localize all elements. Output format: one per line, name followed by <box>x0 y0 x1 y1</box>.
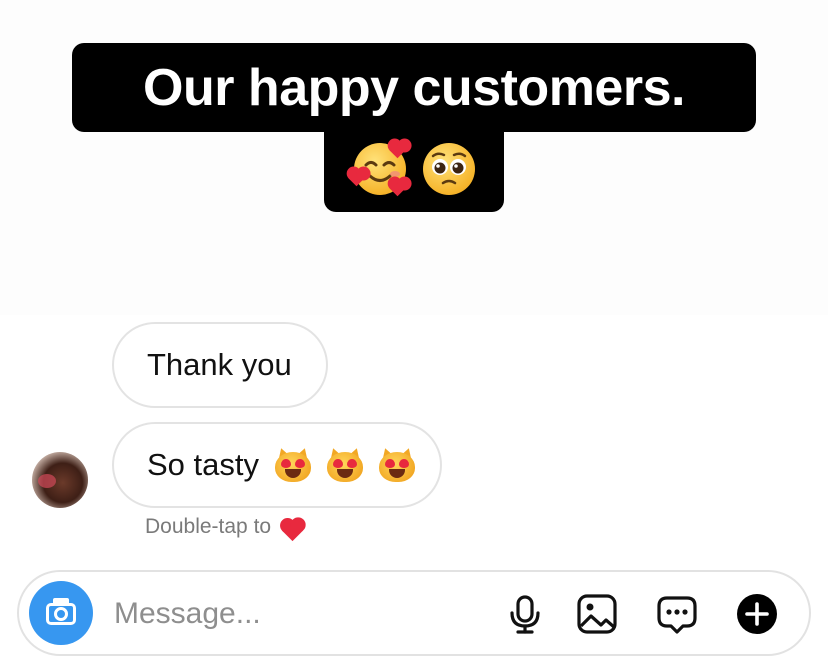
hint-text: Double-tap to <box>145 515 272 538</box>
microphone-icon[interactable] <box>503 592 547 636</box>
caption-title: Our happy customers. <box>72 43 756 132</box>
heart-eyes-cat-icon <box>378 446 416 482</box>
message-text: Thank you <box>147 347 292 382</box>
smiling-face-with-hearts-icon <box>348 141 408 197</box>
sticker-chat-icon[interactable] <box>655 592 699 636</box>
message-text: So tasty <box>147 447 259 482</box>
message-bubble[interactable]: Thank you <box>112 322 328 408</box>
avatar[interactable] <box>32 452 88 508</box>
caption-emoji-row <box>324 126 504 212</box>
plus-icon[interactable] <box>735 592 779 636</box>
heart-eyes-cat-icon <box>326 446 364 482</box>
message-composer <box>17 570 811 656</box>
image-icon[interactable] <box>575 592 619 636</box>
story-caption-area: Our happy customers. <box>0 0 828 315</box>
message-bubble[interactable]: So tasty <box>112 422 442 508</box>
double-tap-hint: Double-tap to <box>145 515 305 542</box>
red-heart-icon <box>279 515 305 542</box>
heart-eyes-cat-icon <box>274 446 312 482</box>
pleading-face-icon <box>422 142 476 196</box>
camera-button[interactable] <box>29 581 93 645</box>
message-input[interactable] <box>114 592 474 636</box>
chat-screen: Our happy customers. Thank you So tasty … <box>0 0 828 664</box>
